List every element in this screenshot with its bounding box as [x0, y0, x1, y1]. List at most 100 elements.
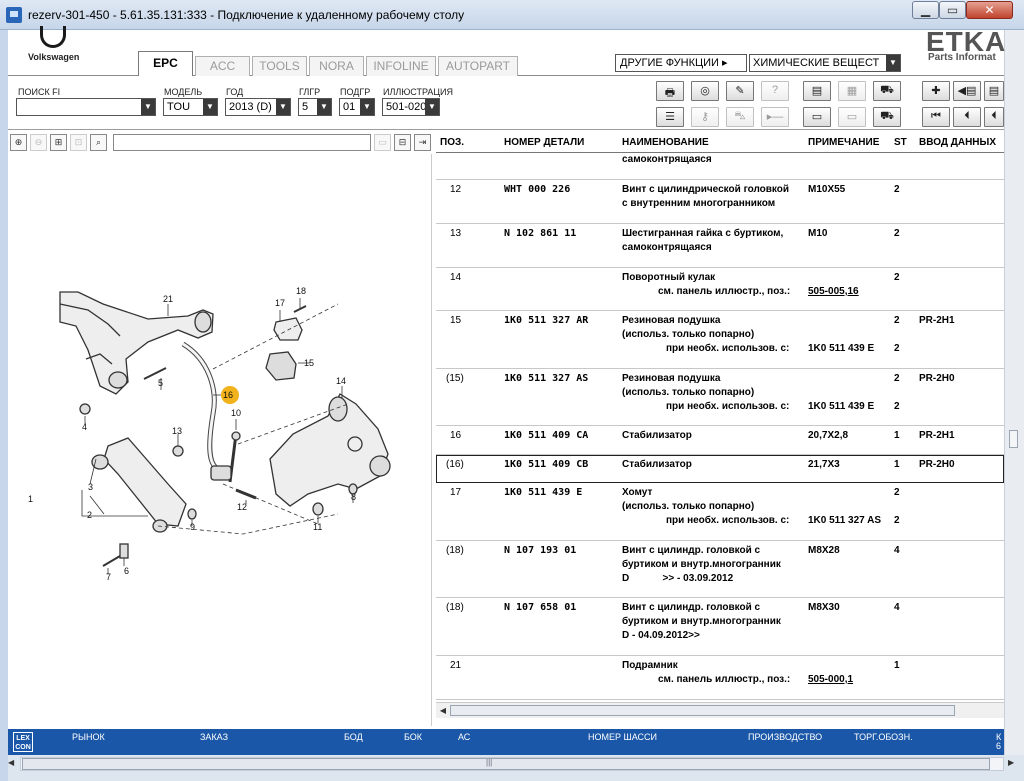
zoom-in-button[interactable]: ⊕ — [10, 134, 27, 151]
print-button[interactable]: 🖶 — [656, 81, 684, 101]
pin-button[interactable]: ✚ — [922, 81, 950, 101]
prev-button[interactable]: ⏴ — [953, 107, 981, 127]
callout-9[interactable]: 9 — [190, 522, 195, 532]
zoom-area-button[interactable]: ⊡ — [70, 134, 87, 151]
callout-21[interactable]: 21 — [163, 294, 173, 304]
year-select[interactable]: 2013 (D) ▼ — [225, 98, 291, 116]
illustration-select[interactable]: 501-020 ▼ — [382, 98, 440, 116]
help-button[interactable]: ? — [761, 81, 789, 101]
vehicle-button[interactable]: ⛍ — [726, 107, 754, 127]
table-row[interactable]: 21 Подрамник см. панель иллюстр., поз.: … — [436, 656, 1004, 700]
first-page-button[interactable]: ⏮ — [922, 107, 950, 127]
table-row[interactable]: (18) N 107 193 01 Винт с цилиндр. головк… — [436, 541, 1004, 598]
sub-group-select[interactable]: 01 ▼ — [339, 98, 375, 116]
col-note[interactable]: ПРИМЕЧАНИЕ — [808, 137, 879, 148]
zoom-out-button[interactable]: ⊖ — [30, 134, 47, 151]
callout-14[interactable]: 14 — [336, 376, 346, 386]
vertical-scrollbar[interactable] — [1004, 30, 1024, 755]
main-group-select[interactable]: 5 ▼ — [298, 98, 332, 116]
scroll-right-icon[interactable]: ▶ — [1008, 758, 1014, 767]
split-view-button[interactable]: ▭ — [374, 134, 391, 151]
table-row-selected[interactable]: (16) 1K0 511 409 CB Стабилизатор 21,7X3 … — [436, 455, 1004, 483]
cart-button[interactable]: ⛟ — [873, 81, 901, 101]
callout-2[interactable]: 2 — [87, 510, 92, 520]
layout-button[interactable]: ⊟ — [394, 134, 411, 151]
tools-button[interactable]: ✎ — [726, 81, 754, 101]
callout-13[interactable]: 13 — [172, 426, 182, 436]
table-scrollbar-thumb[interactable] — [450, 705, 955, 716]
callout-17[interactable]: 17 — [275, 298, 285, 308]
callout-5[interactable]: 5 — [158, 378, 163, 388]
service-button[interactable]: ▦ — [838, 81, 866, 101]
parts-illustration[interactable]: 1 2 3 4 5 6 7 8 9 10 11 12 13 14 15 16 1… — [8, 154, 432, 726]
document-button[interactable]: ▭ — [803, 107, 831, 127]
tab-infoline[interactable]: INFOLINE — [366, 56, 436, 76]
status-market[interactable]: РЫНОК — [72, 732, 105, 742]
status-production[interactable]: ПРОИЗВОДСТВО — [748, 732, 822, 742]
key-button[interactable]: ⚷ — [691, 107, 719, 127]
search-part-button[interactable]: ◎ — [691, 81, 719, 101]
minimize-button[interactable]: ▁ — [912, 1, 939, 19]
expand-button[interactable]: ⇥ — [414, 134, 431, 151]
illustration-link[interactable]: 505-000,1 — [808, 673, 853, 687]
callout-6[interactable]: 6 — [124, 566, 129, 576]
status-bok[interactable]: БОК — [404, 732, 422, 742]
next-button[interactable]: ⏴ — [984, 107, 1004, 127]
callout-3[interactable]: 3 — [88, 482, 93, 492]
callout-10[interactable]: 10 — [231, 408, 241, 418]
status-ac[interactable]: АС — [458, 732, 470, 742]
callout-7[interactable]: 7 — [106, 572, 111, 582]
window-horizontal-scrollbar[interactable]: ◀ ||| ▶ — [8, 755, 1024, 781]
model-select[interactable]: TOU ▼ — [163, 98, 218, 116]
col-input[interactable]: ВВОД ДАННЫХ — [919, 137, 996, 148]
table-row-continuation[interactable]: самоконтрящаяся — [436, 153, 1004, 180]
table-row[interactable]: 15 1K0 511 327 AR Резиновая подушка (исп… — [436, 311, 1004, 369]
scroll-left-icon[interactable]: ◀ — [438, 705, 448, 716]
table-row[interactable]: 13 N 102 861 11 Шестигранная гайка с бур… — [436, 224, 1004, 268]
status-chassis-number[interactable]: НОМЕР ШАССИ — [588, 732, 657, 742]
next-step-button[interactable]: ▸— — [761, 107, 789, 127]
table-horizontal-scrollbar[interactable]: ◀ — [436, 702, 1004, 718]
list-button[interactable]: ☰ — [656, 107, 684, 127]
table-row[interactable]: (15) 1K0 511 327 AS Резиновая подушка (и… — [436, 369, 1004, 426]
illustration-link[interactable]: 505-005,16 — [808, 285, 859, 299]
table-row[interactable]: (18) N 107 658 01 Винт с цилиндр. головк… — [436, 598, 1004, 656]
col-name[interactable]: НАИМЕНОВАНИЕ — [622, 137, 709, 148]
illustration-search-input[interactable] — [113, 134, 371, 151]
status-order[interactable]: ЗАКАЗ — [200, 732, 228, 742]
col-pos[interactable]: ПОЗ. — [440, 137, 464, 148]
tab-tools[interactable]: TOOLS — [252, 56, 307, 76]
tab-acc[interactable]: ACC — [195, 56, 250, 76]
magnify-button[interactable]: ⌕ — [90, 134, 107, 151]
table-row[interactable]: 16 1K0 511 409 CA Стабилизатор 20,7X2,8 … — [436, 426, 1004, 455]
callout-8[interactable]: 8 — [351, 492, 356, 502]
elsa-button[interactable]: ▤ — [803, 81, 831, 101]
callout-18[interactable]: 18 — [296, 286, 306, 296]
vertical-scrollbar-thumb[interactable] — [1009, 430, 1018, 448]
callout-16[interactable]: 16 — [223, 390, 233, 400]
tab-autopart[interactable]: AUTOPART — [438, 56, 518, 76]
scrollbar-thumb[interactable] — [22, 758, 990, 770]
status-trade-name[interactable]: ТОРГ.ОБОЗН. — [854, 732, 913, 742]
close-button[interactable]: ✕ — [966, 1, 1013, 19]
maximize-button[interactable]: ▭ — [939, 1, 966, 19]
table-row[interactable]: 14 Поворотный кулак см. панель иллюстр.,… — [436, 268, 1004, 311]
col-st[interactable]: ST — [894, 137, 907, 148]
tab-epc[interactable]: EPC — [138, 51, 193, 77]
status-bod[interactable]: БОД — [344, 732, 363, 742]
callout-15[interactable]: 15 — [304, 358, 314, 368]
col-number[interactable]: НОМЕР ДЕТАЛИ — [504, 137, 584, 148]
scroll-left-icon[interactable]: ◀ — [8, 758, 14, 767]
functions-select[interactable]: ХИМИЧЕСКИЕ ВЕЩЕСТ ▼ — [749, 54, 901, 72]
add-to-cart-button[interactable]: ⛟ — [873, 107, 901, 127]
tab-nora[interactable]: NORA — [309, 56, 364, 76]
callout-4[interactable]: 4 — [82, 422, 87, 432]
zoom-fit-button[interactable]: ⊞ — [50, 134, 67, 151]
table-row[interactable]: 12 WHT 000 226 Винт с цилиндрической гол… — [436, 180, 1004, 224]
callout-11[interactable]: 11 — [313, 522, 322, 532]
document-search-button[interactable]: ▭ — [838, 107, 866, 127]
table-row[interactable]: 17 1K0 511 439 E Хомут (использ. только … — [436, 483, 1004, 541]
other-functions-button[interactable]: ДРУГИЕ ФУНКЦИИ ▸ — [615, 54, 747, 72]
callout-12[interactable]: 12 — [237, 502, 247, 512]
previous-page-button[interactable]: ◀▤ — [953, 81, 981, 101]
